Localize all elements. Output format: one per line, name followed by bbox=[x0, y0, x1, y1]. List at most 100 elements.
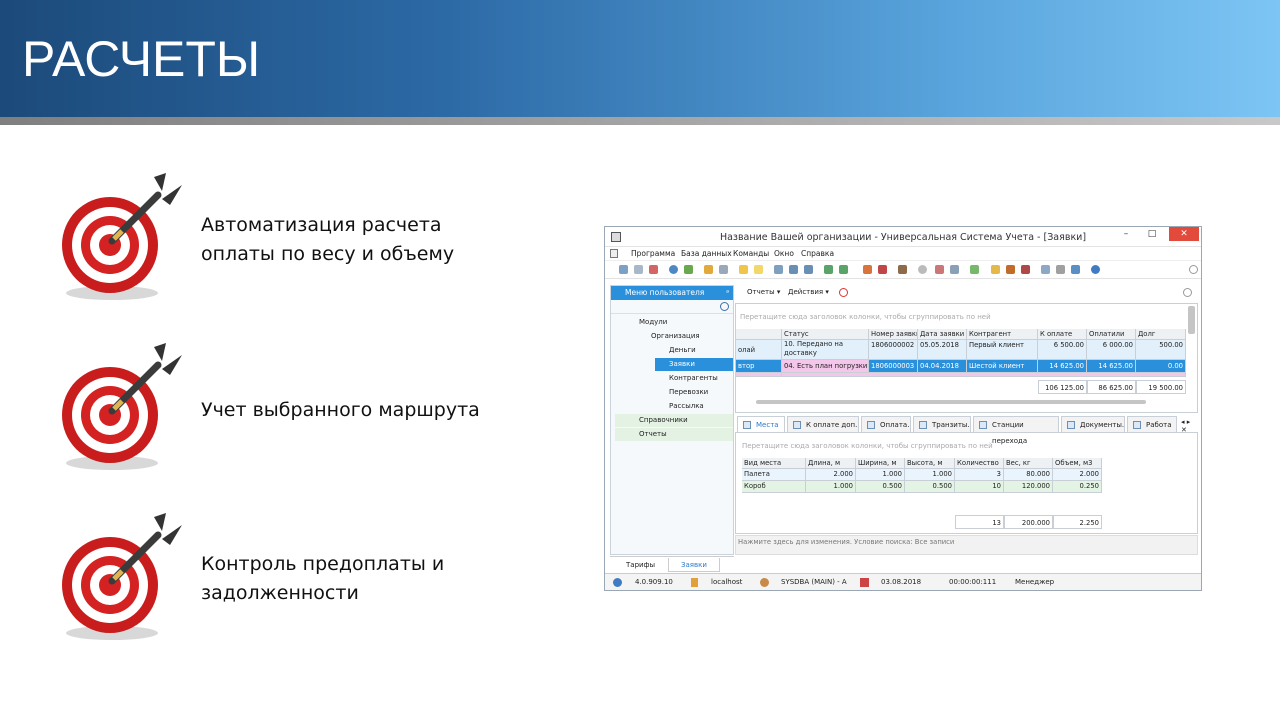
tab-documents[interactable]: Документы. bbox=[1061, 416, 1125, 432]
table-cell[interactable]: 0.500 bbox=[856, 481, 905, 493]
vertical-scrollbar[interactable] bbox=[1188, 306, 1195, 334]
tab-extra-payment[interactable]: К оплате доп. bbox=[787, 416, 859, 432]
menu-search[interactable] bbox=[611, 300, 733, 314]
table-cell[interactable]: Короб bbox=[742, 481, 806, 493]
tab-transits[interactable]: Транзиты. bbox=[913, 416, 971, 432]
col-header[interactable]: Дата заявки bbox=[918, 329, 967, 340]
copy-icon[interactable] bbox=[634, 265, 643, 274]
sort-down-icon[interactable] bbox=[789, 265, 798, 274]
attach-icon[interactable] bbox=[863, 265, 872, 274]
new-icon[interactable] bbox=[619, 265, 628, 274]
table-cell[interactable]: 80.000 bbox=[1004, 469, 1053, 481]
tab-places[interactable]: Места bbox=[737, 416, 785, 432]
undo-icon[interactable] bbox=[1071, 265, 1080, 274]
settings-icon[interactable] bbox=[950, 265, 959, 274]
reports-menu[interactable]: Отчеты ▾ bbox=[747, 288, 780, 296]
search-icon[interactable] bbox=[720, 302, 729, 311]
tree-item-shipments[interactable]: Перевозки bbox=[655, 386, 733, 399]
columns-icon[interactable] bbox=[774, 265, 783, 274]
col-header[interactable]: Вид места bbox=[742, 458, 806, 469]
users-icon[interactable] bbox=[1006, 265, 1015, 274]
table-cell[interactable]: Шестой клиент bbox=[967, 360, 1038, 373]
col-header[interactable]: Контрагент bbox=[967, 329, 1038, 340]
lock-icon[interactable] bbox=[991, 265, 1000, 274]
folder-icon[interactable] bbox=[754, 265, 763, 274]
menu-database[interactable]: База данных bbox=[681, 249, 732, 258]
tree-item-money[interactable]: Деньги bbox=[655, 344, 733, 357]
tree-item-reports[interactable]: Отчеты bbox=[615, 428, 733, 441]
table-cell[interactable]: 2.000 bbox=[806, 469, 856, 481]
table-cell[interactable]: 1.000 bbox=[856, 469, 905, 481]
table-cell[interactable]: 120.000 bbox=[1004, 481, 1053, 493]
mail-icon[interactable] bbox=[878, 265, 887, 274]
table-cell[interactable]: 1806000003 bbox=[869, 360, 918, 373]
col-header[interactable]: Длина, м bbox=[806, 458, 856, 469]
toolbar-close-icon[interactable] bbox=[1189, 265, 1198, 274]
table-cell[interactable]: 04.04.2018 bbox=[918, 360, 967, 373]
col-header[interactable] bbox=[736, 329, 782, 340]
col-header[interactable]: Номер заявки bbox=[869, 329, 918, 340]
menu-help[interactable]: Справка bbox=[801, 249, 834, 258]
clear-filter-icon[interactable] bbox=[719, 265, 728, 274]
table-cell[interactable]: 6 500.00 bbox=[1038, 340, 1087, 360]
sort-up-icon[interactable] bbox=[804, 265, 813, 274]
menu-window[interactable]: Окно bbox=[774, 249, 794, 258]
menu-commands[interactable]: Команды bbox=[733, 249, 769, 258]
table-cell[interactable]: 2.000 bbox=[1053, 469, 1102, 481]
table-cell[interactable]: 14 625.00 bbox=[1087, 360, 1136, 373]
table-cell[interactable]: Первый клиент bbox=[967, 340, 1038, 360]
horizontal-scrollbar[interactable] bbox=[756, 400, 1146, 404]
filter-bar[interactable]: Нажмите здесь для изменения. Условие пои… bbox=[735, 535, 1198, 555]
delete-icon[interactable] bbox=[649, 265, 658, 274]
pin-icon[interactable]: ᵃ bbox=[726, 286, 729, 300]
export-icon[interactable] bbox=[824, 265, 833, 274]
col-header[interactable]: Количество bbox=[955, 458, 1004, 469]
tree-item-modules[interactable]: Модули bbox=[615, 316, 733, 329]
tab-transfer-stations[interactable]: Станции перехода bbox=[973, 416, 1059, 445]
tab-payment[interactable]: Оплата. bbox=[861, 416, 911, 432]
table-cell[interactable]: 0.250 bbox=[1053, 481, 1102, 493]
tree-item-references[interactable]: Справочники bbox=[615, 414, 733, 427]
info-icon[interactable] bbox=[1091, 265, 1100, 274]
actions-menu[interactable]: Действия ▾ bbox=[788, 288, 829, 296]
table-cell[interactable]: 10. Передано на доставку bbox=[782, 340, 869, 360]
tab-requests[interactable]: Заявки bbox=[668, 558, 720, 572]
cancel-icon[interactable] bbox=[918, 265, 927, 274]
col-header[interactable]: Оплатили bbox=[1087, 329, 1136, 340]
tree-item-counterparties[interactable]: Контрагенты bbox=[655, 372, 733, 385]
tree-item-organization[interactable]: Организация bbox=[627, 330, 733, 343]
table-cell[interactable]: 14 625.00 bbox=[1038, 360, 1087, 373]
print-icon[interactable] bbox=[1056, 265, 1065, 274]
col-header[interactable]: К оплате bbox=[1038, 329, 1087, 340]
table-cell[interactable]: 1806000002 bbox=[869, 340, 918, 360]
table-cell[interactable]: 0.00 bbox=[1136, 360, 1186, 373]
table-cell[interactable]: втор bbox=[736, 360, 782, 373]
tools-icon[interactable] bbox=[935, 265, 944, 274]
note-icon[interactable] bbox=[739, 265, 748, 274]
table-cell[interactable]: 05.05.2018 bbox=[918, 340, 967, 360]
tree-item-mailing[interactable]: Рассылка bbox=[655, 400, 733, 413]
table-cell[interactable]: 6 000.00 bbox=[1087, 340, 1136, 360]
tree-item-requests[interactable]: Заявки bbox=[655, 358, 733, 371]
menu-program[interactable]: Программа bbox=[631, 249, 675, 258]
table-cell[interactable]: олай bbox=[736, 340, 782, 360]
search-icon[interactable] bbox=[669, 265, 678, 274]
table-cell[interactable]: 04. Есть план погрузки bbox=[782, 360, 869, 373]
panel-close-icon[interactable] bbox=[1183, 288, 1192, 297]
close-button[interactable]: ✕ bbox=[1169, 227, 1199, 241]
filter-icon[interactable] bbox=[704, 265, 713, 274]
check-icon[interactable] bbox=[970, 265, 979, 274]
tab-work[interactable]: Работа bbox=[1127, 416, 1177, 432]
archive-icon[interactable] bbox=[898, 265, 907, 274]
table-cell[interactable]: 500.00 bbox=[1136, 340, 1186, 360]
col-header[interactable]: Долг bbox=[1136, 329, 1186, 340]
minimize-button[interactable]: – bbox=[1113, 227, 1139, 241]
table-cell[interactable]: Палета bbox=[742, 469, 806, 481]
refresh-icon[interactable] bbox=[684, 265, 693, 274]
maximize-button[interactable]: □ bbox=[1139, 227, 1165, 241]
table-cell[interactable]: 3 bbox=[955, 469, 1004, 481]
col-header[interactable]: Объем, м3 bbox=[1053, 458, 1102, 469]
col-header[interactable]: Высота, м bbox=[905, 458, 955, 469]
col-header[interactable]: Статус bbox=[782, 329, 869, 340]
col-header[interactable]: Вес, кг bbox=[1004, 458, 1053, 469]
